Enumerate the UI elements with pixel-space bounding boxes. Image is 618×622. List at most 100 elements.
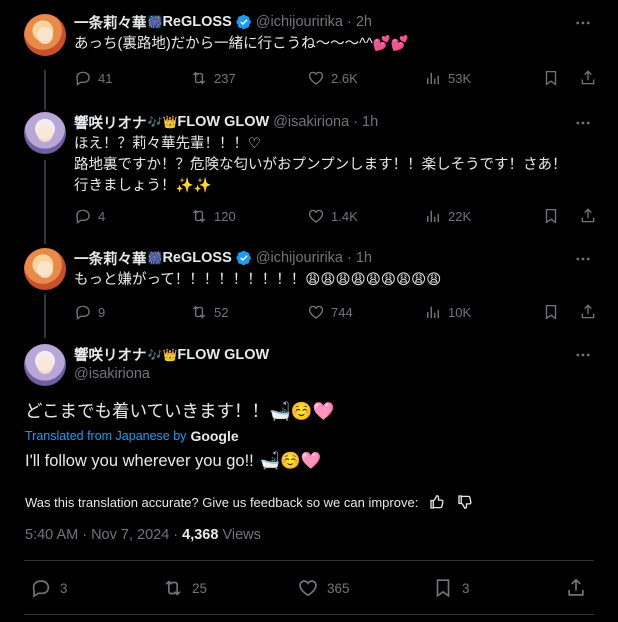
name-emoji: 🎶👑 [147, 115, 178, 129]
main-display-name-row: 響咲リオナ 🎶👑 FLOW GLOW [74, 344, 269, 365]
translation-feedback: Was this translation accurate? Give us f… [25, 493, 474, 511]
like-button[interactable]: 744 [307, 302, 353, 322]
reply-button[interactable]: 9 [74, 302, 105, 322]
reply-tweet[interactable]: 響咲リオナ 🎶👑 FLOW GLOW @isakiriona · 1h ほえ！？… [0, 104, 618, 236]
handle[interactable]: @isakiriona [273, 114, 349, 130]
more-icon[interactable] [574, 250, 592, 268]
bookmark-icon [545, 70, 557, 86]
reply-count: 41 [98, 70, 113, 86]
avatar[interactable] [24, 112, 66, 154]
views-total: 4,368 [182, 527, 219, 543]
tweet-text: どこまでも着いていきます！！ [25, 401, 269, 421]
handle[interactable]: @ichijouririka [256, 14, 343, 30]
repost-count: 52 [214, 304, 229, 320]
bookmark-icon [436, 579, 450, 598]
repost-button[interactable]: 120 [190, 206, 236, 226]
display-name-group[interactable]: FLOW GLOW [177, 114, 269, 130]
views-count: 53K [448, 70, 472, 86]
display-name[interactable]: 響咲リオナ [74, 344, 147, 365]
reply-button[interactable]: 41 [74, 68, 112, 88]
share-icon [581, 304, 595, 319]
tweet-text-line: もっと嫌がって！！！！！！！！！😩😩😩😩😩😩😩😩😩 [74, 272, 442, 288]
share-icon [581, 208, 595, 223]
translation-emoji: 🛁☺️🩷 [259, 452, 322, 470]
thumbs-up-icon[interactable] [428, 493, 446, 511]
reply-icon [76, 305, 90, 320]
repost-button[interactable]: 237 [190, 68, 236, 88]
tweet-text-line: 行きましょう！✨✨ [74, 178, 212, 194]
share-button[interactable] [565, 576, 595, 600]
bookmark-button[interactable]: 3 [432, 576, 470, 600]
bookmark-button[interactable] [542, 302, 566, 322]
bookmark-button[interactable] [542, 206, 566, 226]
views-button[interactable]: 10K [424, 302, 471, 322]
reply-count: 9 [98, 304, 106, 320]
tweet-text-line: ほえ！？莉々華先輩！！！♡ [74, 136, 261, 152]
like-button[interactable]: 2.6K [307, 68, 358, 88]
display-name-group[interactable]: ReGLOSS [162, 14, 231, 30]
handle[interactable]: @ichijouririka [256, 250, 343, 266]
reply-icon [32, 580, 50, 598]
tweet-timestamp[interactable]: 5:40 AM · Nov 7, 2024 · [25, 527, 178, 543]
main-tweet-text: どこまでも着いていきます！！ 🛁☺️🩷 [25, 399, 334, 423]
like-icon [308, 209, 324, 223]
handle[interactable]: @isakiriona [74, 366, 150, 382]
more-icon[interactable] [574, 114, 592, 132]
reply-button[interactable]: 4 [74, 206, 105, 226]
reply-icon [76, 71, 90, 86]
google-logo: Google [190, 428, 239, 444]
avatar[interactable] [24, 248, 66, 290]
verified-badge-icon [236, 250, 251, 266]
translated-label[interactable]: Translated from Japanese by [25, 429, 186, 443]
bookmark-icon [545, 304, 557, 320]
conversation-thread: 一条莉々華 🎆 ReGLOSS @ichijouririka · 2h あっち(… [0, 0, 618, 622]
timestamp[interactable]: · 2h [347, 14, 372, 30]
name-emoji: 🎶👑 [147, 347, 178, 362]
name-emoji: 🎆 [147, 251, 163, 265]
share-button[interactable] [579, 68, 603, 88]
share-icon [581, 70, 595, 85]
display-name-group[interactable]: ReGLOSS [162, 250, 231, 266]
display-name[interactable]: 一条莉々華 [74, 12, 147, 33]
views-icon [427, 306, 439, 318]
avatar[interactable] [24, 14, 66, 56]
reply-tweet[interactable]: 一条莉々華 🎆 ReGLOSS @ichijouririka · 2h あっち(… [0, 0, 618, 104]
views-button[interactable]: 22K [424, 206, 471, 226]
repost-button[interactable]: 25 [162, 576, 207, 600]
tweet-text-line: あっち(裏路地)だから一緒に行こうね〜〜〜^^💕💕 [74, 36, 409, 52]
bookmark-icon [545, 208, 557, 224]
repost-count: 237 [214, 70, 236, 86]
views-button[interactable]: 53K [424, 68, 471, 88]
name-emoji: 🎆 [147, 15, 163, 29]
bookmark-count: 3 [462, 580, 470, 596]
like-count: 2.6K [331, 70, 358, 86]
more-icon[interactable] [574, 346, 592, 364]
translation-attribution[interactable]: Translated from Japanese by Google [25, 428, 239, 444]
repost-button[interactable]: 52 [190, 302, 228, 322]
like-count: 744 [331, 304, 353, 320]
share-button[interactable] [579, 206, 603, 226]
display-name[interactable]: 一条莉々華 [74, 248, 147, 269]
repost-icon [192, 209, 206, 223]
more-icon[interactable] [574, 14, 592, 32]
verified-badge-icon [236, 14, 251, 30]
avatar[interactable] [24, 344, 66, 386]
share-button[interactable] [579, 302, 603, 322]
display-name-group[interactable]: FLOW GLOW [177, 347, 269, 363]
timestamp[interactable]: · 1h [347, 250, 372, 266]
reply-tweet[interactable]: 一条莉々華 🎆 ReGLOSS @ichijouririka · 1h もっと嫌… [0, 236, 618, 336]
display-name[interactable]: 響咲リオナ [74, 112, 147, 133]
timestamp[interactable]: · 1h [353, 114, 378, 130]
translation: I'll follow you wherever you go!! [25, 452, 254, 470]
like-button[interactable]: 1.4K [307, 206, 358, 226]
reply-button[interactable]: 3 [30, 576, 68, 600]
tweet-meta: 5:40 AM · Nov 7, 2024 · 4,368 Views [25, 527, 261, 543]
translated-text: I'll follow you wherever you go!! 🛁☺️🩷 [25, 449, 321, 473]
like-button[interactable]: 365 [297, 576, 350, 600]
bookmark-button[interactable] [542, 68, 566, 88]
main-action-bar: 3 25 365 3 [0, 576, 618, 600]
tweet-emoji: 🛁☺️🩷 [268, 401, 335, 421]
divider [24, 614, 594, 615]
divider [24, 560, 594, 561]
thumbs-down-icon[interactable] [456, 493, 474, 511]
